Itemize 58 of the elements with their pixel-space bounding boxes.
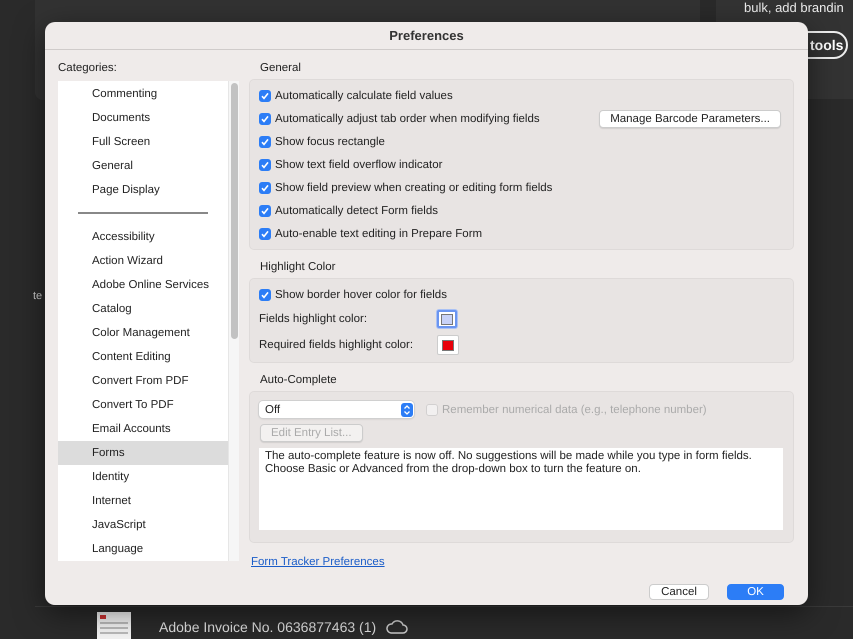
stepper-icon [401,402,413,416]
checkbox[interactable] [259,228,271,240]
checkbox-label: Automatically detect Form fields [275,204,438,216]
color-well[interactable] [437,310,457,328]
checkbox-label: Automatically adjust tab order when modifying fields [275,112,540,124]
category-item[interactable]: JavaScript [58,513,228,537]
category-item[interactable]: Documents [58,106,228,130]
category-item[interactable]: Convert From PDF [58,369,228,393]
category-item[interactable]: Action Wizard [58,249,228,273]
section-heading: General [259,63,302,74]
fragment-text: te [33,290,42,302]
category-item[interactable]: Internet [58,489,228,513]
category-item[interactable]: Adobe Online Services [58,273,228,297]
scrollbar-thumb[interactable] [230,83,238,339]
category-item[interactable]: Commenting [58,82,228,106]
file-name[interactable]: Adobe Invoice No. 0636877463 (1) [159,618,376,634]
checkbox[interactable] [259,136,271,148]
category-item[interactable]: Page Display [58,178,228,202]
color-label: Fields highlight color: [259,313,368,325]
ok-button[interactable]: OK [727,584,784,600]
category-item[interactable]: Content Editing [58,345,228,369]
category-item[interactable]: Convert To PDF [58,393,228,417]
category-item[interactable]: Language [58,537,228,561]
promo-text: bulk, add brandin [744,0,844,16]
checkbox[interactable] [259,204,271,216]
category-item[interactable]: Color Management [58,321,228,345]
section-heading: Auto-Complete [259,375,338,386]
color-well[interactable] [437,335,459,355]
category-item[interactable]: Full Screen [58,130,228,154]
category-item[interactable]: Email Accounts [58,417,228,441]
form-tracker-link[interactable]: Form Tracker Preferences [249,556,385,568]
category-item[interactable]: Catalog [58,297,228,321]
category-item[interactable]: Accessibility [58,225,228,249]
checkbox-label: Show field preview when creating or editing form fields [275,182,552,194]
checkbox[interactable] [259,112,271,124]
description-text: The auto-complete feature is now off. No suggestions will be made while you type in form fields. Choose Basic or Advanced from the drop-down box to turn the feature on. [259,448,783,530]
section-heading: Highlight Color [259,262,336,273]
cloud-icon [386,620,408,634]
checkbox-label: Show text field overflow indicator [275,158,442,170]
window-title: Preferences [389,28,464,43]
barcode-parameters-button[interactable]: Manage Barcode Parameters... [599,110,781,128]
category-item[interactable]: General [58,154,228,178]
checkbox[interactable] [259,182,271,194]
checkbox[interactable] [259,288,271,300]
checkbox[interactable] [259,90,271,102]
document-thumbnail [97,612,131,639]
mode-select[interactable]: Off [259,401,414,418]
category-item[interactable]: Forms [58,441,228,465]
checkbox-label: Show focus rectangle [275,136,385,148]
checkbox[interactable] [259,158,271,170]
categories-label: Categories: [58,62,118,74]
checkbox-label: Auto-enable text editing in Prepare Form [275,228,482,240]
color-label: Required fields highlight color: [259,339,414,351]
category-item[interactable]: Identity [58,465,228,489]
checkbox-label: Remember numerical data (e.g., telephone number) [442,404,707,416]
checkbox-label: Automatically calculate field values [275,90,453,102]
cancel-button[interactable]: Cancel [649,584,709,600]
checkbox-label: Show border hover color for fields [275,288,447,300]
